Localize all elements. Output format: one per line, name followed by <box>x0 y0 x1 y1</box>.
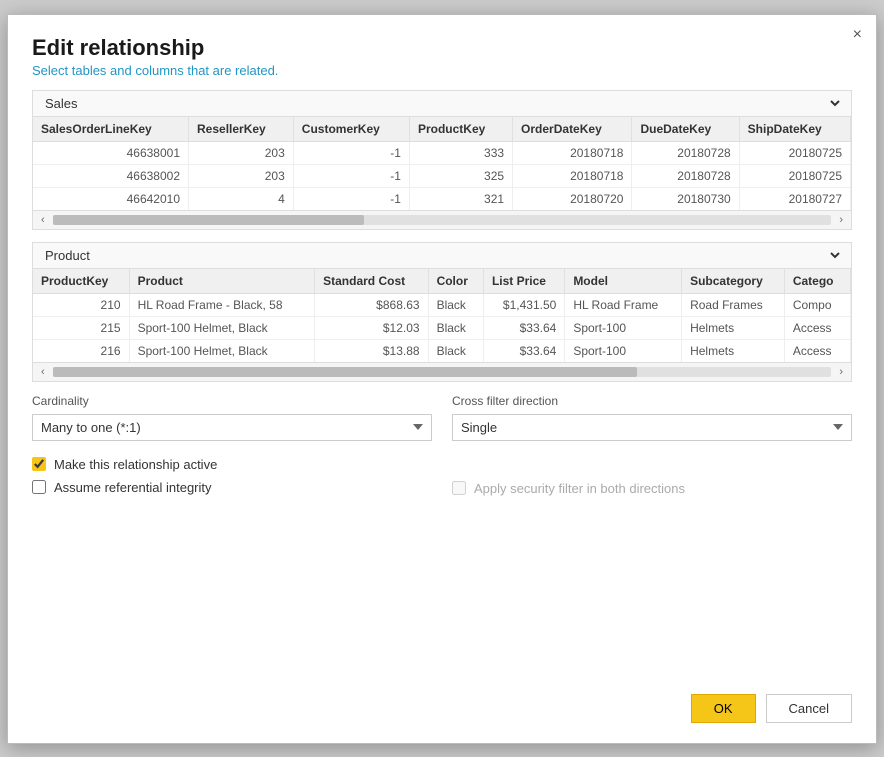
table-row: 46638002203-1325201807182018072820180725 <box>33 164 851 187</box>
table-row: 466420104-1321201807202018073020180727 <box>33 187 851 210</box>
make-active-label: Make this relationship active <box>54 457 217 472</box>
table2-wrapper: ProductKey Product Standard Cost Color L… <box>33 269 851 362</box>
table2-section: Product ProductKey Product Standard Cost… <box>32 242 852 382</box>
options-section: Cardinality Many to one (*:1) One to one… <box>32 394 852 496</box>
table-row: 215Sport-100 Helmet, Black$12.03Black$33… <box>33 316 851 339</box>
cancel-button[interactable]: Cancel <box>766 694 852 723</box>
table-row: 210HL Road Frame - Black, 58$868.63Black… <box>33 293 851 316</box>
crossfilter-label: Cross filter direction <box>452 394 852 408</box>
table2-col-1: ProductKey <box>33 269 129 294</box>
cardinality-label: Cardinality <box>32 394 432 408</box>
table1-scroll-right[interactable]: › <box>835 213 847 227</box>
table2-dropdown[interactable]: Product <box>41 247 843 264</box>
table2: ProductKey Product Standard Cost Color L… <box>33 269 851 362</box>
table2-header-row: ProductKey Product Standard Cost Color L… <box>33 269 851 294</box>
table1-col-3: CustomerKey <box>293 117 409 142</box>
table1-scroll-track[interactable] <box>53 215 832 225</box>
assume-integrity-checkbox[interactable] <box>32 480 46 494</box>
table1-scrollbar[interactable]: ‹ › <box>33 210 851 229</box>
right-checkboxes: Apply security filter in both directions <box>452 453 852 496</box>
footer: OK Cancel <box>32 684 852 723</box>
table2-scroll-left[interactable]: ‹ <box>37 365 49 379</box>
table1-scroll-thumb <box>53 215 364 225</box>
table2-scrollbar[interactable]: ‹ › <box>33 362 851 381</box>
table2-col-8: Catego <box>784 269 850 294</box>
table1-col-2: ResellerKey <box>189 117 294 142</box>
table2-col-3: Standard Cost <box>315 269 428 294</box>
table2-dropdown-bar[interactable]: Product <box>33 243 851 269</box>
table1-col-4: ProductKey <box>409 117 512 142</box>
dialog-title: Edit relationship <box>32 35 852 61</box>
table1-header-row: SalesOrderLineKey ResellerKey CustomerKe… <box>33 117 851 142</box>
table2-col-6: Model <box>565 269 682 294</box>
table1-scroll-left[interactable]: ‹ <box>37 213 49 227</box>
security-filter-row: Apply security filter in both directions <box>452 481 852 496</box>
crossfilter-dropdown[interactable]: Single Both <box>452 414 852 441</box>
assume-integrity-label: Assume referential integrity <box>54 480 212 495</box>
table1-col-6: DueDateKey <box>632 117 739 142</box>
dialog-subtitle: Select tables and columns that are relat… <box>32 63 852 78</box>
table2-col-7: Subcategory <box>682 269 785 294</box>
table-row: 46638001203-1333201807182018072820180725 <box>33 141 851 164</box>
table1-section: Sales SalesOrderLineKey ResellerKey Cust… <box>32 90 852 230</box>
make-active-checkbox[interactable] <box>32 457 46 471</box>
table2-scroll-track[interactable] <box>53 367 832 377</box>
table2-scroll-thumb <box>53 367 637 377</box>
table-row: 216Sport-100 Helmet, Black$13.88Black$33… <box>33 339 851 362</box>
close-button[interactable]: × <box>853 27 862 43</box>
edit-relationship-dialog: × Edit relationship Select tables and co… <box>7 14 877 744</box>
security-filter-label: Apply security filter in both directions <box>474 481 685 496</box>
table2-scroll-right[interactable]: › <box>835 365 847 379</box>
make-active-row: Make this relationship active <box>32 457 432 472</box>
table2-col-5: List Price <box>483 269 564 294</box>
table1-col-7: ShipDateKey <box>739 117 850 142</box>
table1-col-5: OrderDateKey <box>513 117 632 142</box>
cardinality-dropdown[interactable]: Many to one (*:1) One to one (1:1) One t… <box>32 414 432 441</box>
cardinality-section: Cardinality Many to one (*:1) One to one… <box>32 394 432 496</box>
table1-col-1: SalesOrderLineKey <box>33 117 189 142</box>
table1: SalesOrderLineKey ResellerKey CustomerKe… <box>33 117 851 210</box>
crossfilter-section: Cross filter direction Single Both Apply… <box>452 394 852 496</box>
table1-dropdown-bar[interactable]: Sales <box>33 91 851 117</box>
ok-button[interactable]: OK <box>691 694 756 723</box>
table2-col-4: Color <box>428 269 483 294</box>
assume-integrity-row: Assume referential integrity <box>32 480 432 495</box>
left-checkboxes: Make this relationship active Assume ref… <box>32 457 432 495</box>
security-filter-checkbox[interactable] <box>452 481 466 495</box>
table1-wrapper: SalesOrderLineKey ResellerKey CustomerKe… <box>33 117 851 210</box>
table1-dropdown[interactable]: Sales <box>41 95 843 112</box>
table2-col-2: Product <box>129 269 315 294</box>
